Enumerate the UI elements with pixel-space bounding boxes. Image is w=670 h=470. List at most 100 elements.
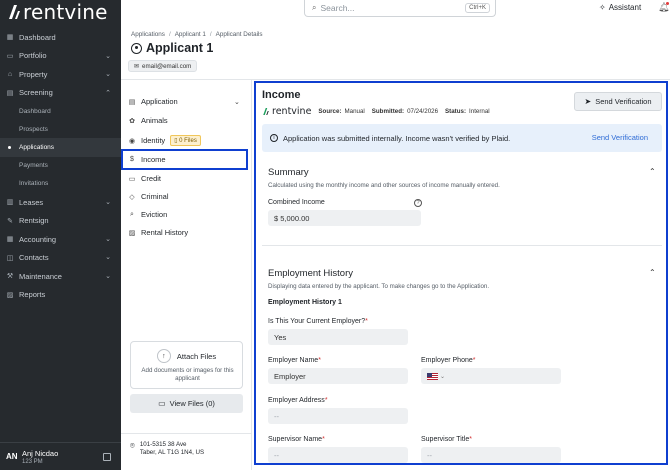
required-mark: * (472, 357, 476, 364)
sidebar-sub-applications[interactable]: Applications (0, 138, 121, 157)
sidebar-item-label: Accounting (19, 234, 57, 244)
user-time: 123 PM (22, 458, 43, 465)
email-chip[interactable]: ✉ email@email.com (128, 60, 198, 72)
sidebar-item-label: Leases (19, 197, 44, 207)
employer-name-field: Employer (268, 368, 408, 384)
send-verification-button[interactable]: ➤ Send Verification (574, 92, 662, 111)
summary-title: Summary (268, 167, 309, 178)
sidebar-item-contacts[interactable]: ◫ Contacts ⌄ (0, 248, 121, 267)
files-badge: ▯ 0 Files (170, 135, 201, 146)
sidebar-item-maintenance[interactable]: ⚒ Maintenance ⌄ (0, 267, 121, 286)
user-initials: AN (6, 452, 18, 461)
main-sidebar: rentvine ▦ Dashboard ▭ Portfolio ⌄ ⌂ Pro… (0, 0, 121, 470)
send-verification-label: Send Verification (595, 97, 652, 106)
logo-text: rentvine (23, 0, 108, 24)
sidebar-item-reports[interactable]: ▨ Reports (0, 285, 121, 304)
property-icon: ⌂ (7, 70, 13, 78)
subnav-label: Rental History (141, 228, 189, 237)
search-icon: ⌕ (312, 3, 317, 12)
search-placeholder: Search... (320, 3, 355, 13)
required-mark: * (322, 436, 325, 443)
source-label: Source: (318, 108, 342, 115)
sidebar-item-property[interactable]: ⌂ Property ⌄ (0, 65, 121, 84)
subnav-animals[interactable]: ✿ Animals (128, 116, 168, 125)
employer-phone-label: Employer Phone* (421, 357, 476, 364)
subnav-label: Credit (141, 174, 162, 183)
sidebar-sub-dashboard[interactable]: Dashboard (0, 102, 121, 120)
folder-icon: ▭ (158, 399, 166, 408)
rentvine-logo-icon (9, 5, 20, 19)
chevron-down-icon: ⌄ (440, 373, 446, 380)
employer-address-label: Employer Address* (268, 397, 328, 404)
id-card-icon: ◉ (128, 137, 136, 145)
info-icon: i (270, 134, 278, 142)
view-files-label: View Files (0) (169, 399, 215, 408)
subnav-label: Criminal (141, 192, 169, 201)
income-highlight (121, 149, 248, 170)
sidebar-item-accounting[interactable]: ▦ Accounting ⌄ (0, 230, 121, 249)
credit-card-icon: ▭ (128, 175, 136, 183)
subnav-application[interactable]: ▤ Application (128, 97, 178, 106)
shield-icon: ◇ (129, 193, 135, 201)
sidebar-item-label: Property (19, 69, 48, 79)
sidebar-sub-prospects[interactable]: Prospects (0, 120, 121, 138)
accounting-icon: ▦ (6, 236, 14, 244)
screening-icon: ▤ (6, 89, 14, 97)
sidebar-sub-label: Dashboard (19, 107, 51, 115)
subnav-eviction[interactable]: ⌕ Eviction (128, 210, 167, 219)
subnav-criminal[interactable]: ◇ Criminal (128, 192, 169, 201)
address-divider (121, 433, 252, 434)
user-profile[interactable]: AN Anj Nicdao 123 PM (0, 442, 121, 470)
status-value: Internal (469, 108, 490, 115)
contacts-icon: ◫ (6, 254, 14, 262)
subnav-rental-history[interactable]: ▨ Rental History (128, 228, 188, 237)
attach-files-dropzone[interactable]: ↑ Attach Files Add documents or images f… (130, 341, 243, 389)
sidebar-item-label: Dashboard (19, 32, 56, 42)
page-title-text: Applicant 1 (146, 41, 214, 55)
sidebar-item-leases[interactable]: ▥ Leases ⌄ (0, 193, 121, 212)
breadcrumb-applications[interactable]: Applications (131, 31, 165, 38)
applicant-address: ⌾ 101-5315 38 Ave Taber, AL T1G 1N4, US (130, 441, 204, 458)
notification-dot (666, 2, 669, 5)
submitted-value: 07/24/2026 (407, 108, 439, 115)
chevron-up-icon[interactable]: ⌃ (649, 167, 656, 176)
chart-icon: ▨ (128, 229, 136, 237)
section-divider (262, 245, 662, 246)
sidebar-item-portfolio[interactable]: ▭ Portfolio ⌄ (0, 47, 121, 66)
view-files-button[interactable]: ▭ View Files (0) (130, 394, 243, 413)
rentvine-logo[interactable]: rentvine (7, 0, 108, 24)
location-pin-icon: ⌾ (130, 441, 135, 450)
alert-text: Application was submitted internally. In… (283, 133, 511, 143)
chevron-up-icon[interactable]: ⌃ (649, 268, 656, 277)
alert-send-verification-link[interactable]: Send Verification (592, 133, 648, 142)
status-label: Status: (445, 108, 467, 115)
assistant-button[interactable]: ✧ Assistant (599, 3, 641, 12)
sidebar-item-rentsign[interactable]: ✎ Rentsign (0, 211, 121, 230)
leases-icon: ▥ (6, 199, 14, 207)
supervisor-name-label: Supervisor Name* (268, 436, 325, 443)
dashboard-icon: ▦ (6, 34, 14, 42)
sidebar-item-label: Portfolio (19, 51, 47, 61)
income-panel: Income rentvine Source: Manual Submitted:… (254, 81, 668, 465)
sidebar-item-screening[interactable]: ▤ Screening ⌃ (0, 84, 121, 103)
wrench-icon: ⚒ (6, 273, 14, 281)
sidebar-sub-invitations[interactable]: Invitations (0, 175, 121, 193)
subnav-label: Identity (141, 136, 166, 145)
chevron-down-icon[interactable]: ⌄ (234, 98, 240, 106)
attach-files-title: ↑ Attach Files (131, 349, 242, 363)
help-circle-icon[interactable]: ? (414, 199, 422, 207)
required-mark: * (318, 357, 321, 364)
employer-address-field: -- (268, 408, 408, 424)
search-input[interactable]: ⌕ Search... Ctrl+K (304, 0, 496, 17)
employer-phone-field: ⌄ (421, 368, 561, 384)
sidebar-item-dashboard[interactable]: ▦ Dashboard (0, 28, 121, 47)
logout-icon[interactable] (103, 453, 111, 461)
sidebar-item-label: Screening (19, 88, 53, 98)
sidebar-sub-payments[interactable]: Payments (0, 157, 121, 175)
user-info: Anj Nicdao 123 PM (22, 449, 58, 465)
subnav-credit[interactable]: ▭ Credit (128, 174, 161, 183)
supervisor-name-field: -- (268, 447, 408, 463)
user-circle-icon (131, 42, 142, 54)
breadcrumb-applicant[interactable]: Applicant 1 (175, 31, 206, 38)
subnav-identity[interactable]: ◉ Identity ▯ 0 Files (128, 135, 201, 146)
